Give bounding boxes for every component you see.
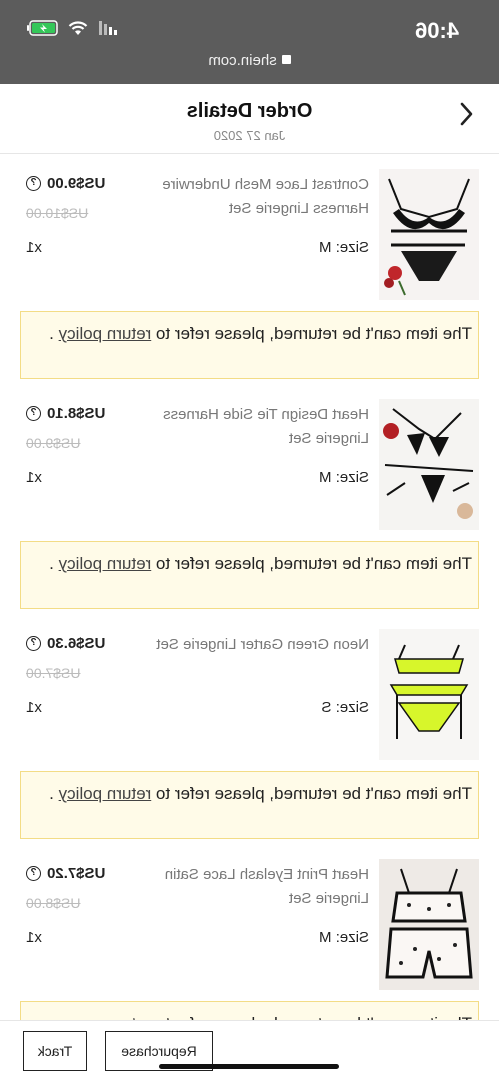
return-notice: The item can't be returned, please refer…: [20, 541, 479, 609]
price-group: US$6.30 ?: [26, 635, 105, 652]
return-notice: The item can't be returned, please refer…: [20, 311, 479, 379]
order-date: Jan 27 2020: [213, 128, 286, 143]
notice-text: The item can't be returned, please refer…: [151, 784, 472, 803]
product-image[interactable]: [379, 169, 479, 300]
signal-icon: [98, 21, 118, 40]
order-item-list: Contrast Lace Mesh Underwire Harness Lin…: [0, 155, 499, 1075]
order-item[interactable]: Heart Design Tie Side Harness Lingerie S…: [0, 385, 499, 615]
product-image[interactable]: [379, 629, 479, 760]
notice-text: The item can't be returned, please refer…: [151, 324, 472, 343]
wifi-icon: [68, 20, 88, 41]
price-group: US$9.00 ?: [26, 175, 105, 192]
original-price: US$9.00: [26, 435, 81, 451]
product-size: Size: M: [318, 469, 369, 486]
return-policy-link[interactable]: return policy: [59, 784, 152, 803]
mirrored-screen: 4:06 shein.com Order Details Jan 27 2020…: [0, 0, 499, 1080]
product-image[interactable]: [379, 399, 479, 530]
product-size: Size: M: [318, 929, 369, 946]
status-time: 4:06: [414, 18, 459, 43]
product-name[interactable]: Heart Design Tie Side Harness Lingerie S…: [139, 403, 369, 451]
item-quantity: x1: [26, 699, 42, 716]
return-policy-link[interactable]: return policy: [59, 324, 152, 343]
product-name[interactable]: Heart Print Eyelash Lace Satin Lingerie …: [139, 863, 369, 911]
status-icons: [26, 20, 118, 41]
notice-end: .: [49, 554, 59, 573]
url-text: shein.com: [208, 52, 277, 69]
notice-end: .: [49, 324, 59, 343]
return-policy-link[interactable]: return policy: [59, 554, 152, 573]
item-quantity: x1: [26, 469, 42, 486]
bottom-action-bar: Track Repurchase: [0, 1020, 499, 1080]
price-group: US$7.20 ?: [26, 865, 105, 882]
question-circle-icon[interactable]: ?: [26, 406, 41, 421]
lock-icon: [281, 55, 291, 64]
address-bar[interactable]: shein.com: [0, 52, 499, 69]
page-title: Order Details: [186, 100, 313, 122]
product-image[interactable]: [379, 859, 479, 990]
return-notice: The item can't be returned, please refer…: [20, 771, 479, 839]
original-price: US$7.00: [26, 665, 81, 681]
item-price: US$9.00: [47, 175, 106, 192]
home-indicator[interactable]: [159, 1064, 339, 1069]
notice-text: The item can't be returned, please refer…: [151, 554, 472, 573]
status-bar: 4:06 shein.com: [0, 0, 499, 84]
order-item[interactable]: Contrast Lace Mesh Underwire Harness Lin…: [0, 155, 499, 385]
item-price: US$6.30: [47, 635, 106, 652]
product-name[interactable]: Neon Green Garter Lingerie Set: [139, 633, 369, 657]
item-quantity: x1: [26, 929, 42, 946]
question-circle-icon[interactable]: ?: [26, 866, 41, 881]
original-price: US$8.00: [26, 895, 81, 911]
question-circle-icon[interactable]: ?: [26, 636, 41, 651]
notice-end: .: [49, 784, 59, 803]
product-name[interactable]: Contrast Lace Mesh Underwire Harness Lin…: [139, 173, 369, 221]
track-button[interactable]: Track: [23, 1031, 87, 1071]
original-price: US$10.00: [26, 205, 89, 221]
page-header: Order Details Jan 27 2020: [0, 84, 499, 154]
battery-charging-icon: [26, 20, 58, 41]
product-size: Size: M: [318, 239, 369, 256]
order-item[interactable]: Neon Green Garter Lingerie Set Size: S U…: [0, 615, 499, 845]
question-circle-icon[interactable]: ?: [26, 176, 41, 191]
product-size: Size: S: [321, 699, 369, 716]
item-quantity: x1: [26, 239, 42, 256]
item-price: US$8.10: [47, 405, 106, 422]
price-group: US$8.10 ?: [26, 405, 105, 422]
item-price: US$7.20: [47, 865, 106, 882]
